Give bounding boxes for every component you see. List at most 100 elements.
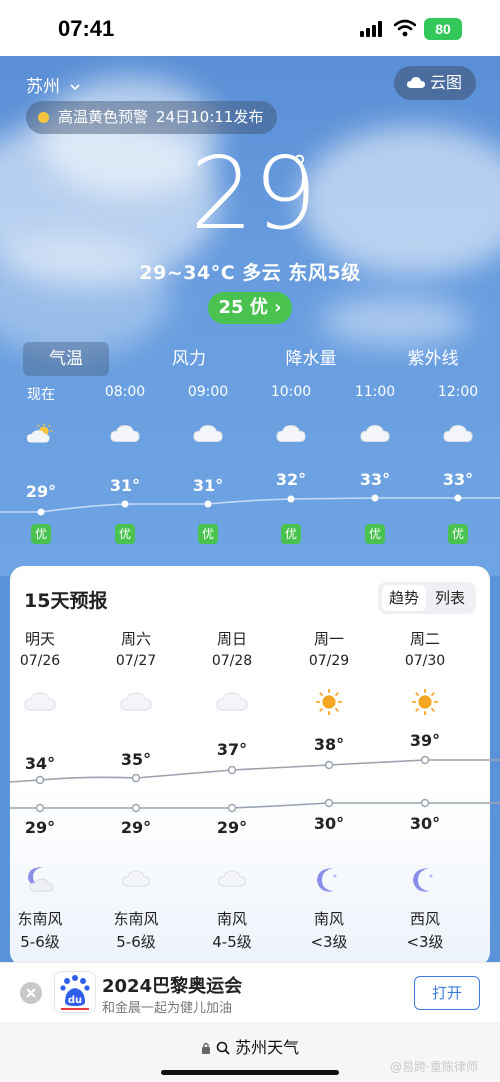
ad-banner[interactable]: du 2024巴黎奥运会 和金晨一起为健儿加油 打开 bbox=[0, 962, 500, 1022]
daily-temp-curves bbox=[9, 755, 500, 813]
alert-time: 24日10:11发布 bbox=[156, 108, 264, 126]
wind-level: 4-5级 bbox=[212, 933, 252, 951]
wind-direction: 东南风 bbox=[113, 910, 159, 928]
cloud-icon bbox=[215, 688, 249, 716]
wind-level: 5-6级 bbox=[20, 933, 60, 951]
moon-cloud-icon bbox=[25, 864, 55, 894]
ad-title: 2024巴黎奥运会 bbox=[102, 976, 243, 997]
day-low-temp: 29° bbox=[216, 818, 248, 837]
cloud-icon bbox=[119, 688, 153, 716]
battery-indicator: 80 bbox=[424, 18, 462, 40]
wind-direction: 西风 bbox=[409, 910, 440, 928]
hourly-aqi-badge: 优 bbox=[281, 524, 301, 544]
alert-dot-icon bbox=[38, 112, 49, 123]
hourly-point bbox=[454, 494, 462, 502]
aqi-badge[interactable]: 25 优 › bbox=[208, 292, 292, 324]
daily-point bbox=[420, 755, 430, 765]
home-indicator[interactable] bbox=[161, 1070, 339, 1075]
hourly-time: 11:00 bbox=[354, 384, 396, 400]
day-date: 07/26 bbox=[19, 653, 61, 669]
hourly-point bbox=[37, 508, 45, 516]
daily-point bbox=[35, 775, 45, 785]
hourly-point bbox=[204, 500, 212, 508]
daily-point bbox=[227, 803, 237, 813]
city-selector[interactable]: 苏州 bbox=[26, 72, 81, 97]
status-bar: 07:41 80 bbox=[0, 0, 500, 56]
wifi-icon bbox=[394, 19, 416, 37]
daily-point bbox=[420, 798, 430, 808]
daily-point bbox=[35, 803, 45, 813]
weather-alert[interactable]: 高温黄色预警 24日10:11发布 bbox=[26, 101, 278, 134]
hourly-aqi-badge: 优 bbox=[198, 524, 218, 544]
cloud-icon bbox=[192, 422, 224, 446]
wind-level: 5-6级 bbox=[116, 933, 156, 951]
cloud-icon bbox=[109, 422, 141, 446]
cloud-icon bbox=[359, 422, 391, 446]
list-toggle[interactable]: 列表 bbox=[428, 585, 472, 611]
daily-point bbox=[324, 760, 334, 770]
url-text: 苏州天气 bbox=[235, 1038, 300, 1057]
forecast-title: 15天预报 bbox=[24, 590, 108, 612]
baidu-logo-text: du bbox=[68, 995, 82, 1006]
metric-tabs: 气温 风力 降水量 紫外线 bbox=[0, 342, 500, 376]
city-name: 苏州 bbox=[26, 77, 60, 97]
tab-precipitation[interactable]: 降水量 bbox=[268, 342, 354, 376]
signal-icon bbox=[360, 21, 384, 37]
wind-direction: 南风 bbox=[313, 910, 344, 928]
day-date: 07/30 bbox=[404, 653, 446, 669]
wind-direction: 南风 bbox=[216, 910, 247, 928]
sun-icon bbox=[312, 688, 346, 716]
trend-toggle[interactable]: 趋势 bbox=[382, 585, 426, 611]
cloud-icon bbox=[23, 688, 57, 716]
hourly-temp: 33° bbox=[359, 470, 391, 489]
partly-sunny-icon bbox=[25, 422, 57, 446]
day-low-temp: 29° bbox=[120, 818, 152, 837]
status-time: 07:41 bbox=[58, 16, 115, 41]
hourly-time: 现在 bbox=[27, 387, 55, 403]
cloud-icon bbox=[121, 864, 151, 894]
day-name: 周六 bbox=[120, 630, 151, 648]
close-icon[interactable] bbox=[20, 982, 42, 1004]
moon-icon bbox=[410, 864, 440, 894]
hourly-aqi-badge: 优 bbox=[115, 524, 135, 544]
day-name: 周日 bbox=[216, 630, 247, 648]
open-button[interactable]: 打开 bbox=[414, 976, 480, 1010]
hourly-aqi-badge: 优 bbox=[448, 524, 468, 544]
cloud-icon bbox=[275, 422, 307, 446]
day-date: 07/29 bbox=[308, 653, 350, 669]
hourly-aqi-badge: 优 bbox=[365, 524, 385, 544]
lock-icon bbox=[201, 1042, 210, 1054]
hourly-temp-curve bbox=[0, 494, 500, 516]
daily-point bbox=[227, 765, 237, 775]
day-low-temp: 29° bbox=[24, 818, 56, 837]
daily-point bbox=[324, 798, 334, 808]
hourly-time: 08:00 bbox=[104, 384, 146, 400]
cloud-icon bbox=[217, 864, 247, 894]
daily-point bbox=[131, 803, 141, 813]
view-toggle: 趋势 列表 bbox=[378, 582, 476, 614]
address-bar[interactable]: 苏州天气 bbox=[0, 1034, 500, 1058]
daily-point bbox=[131, 773, 141, 783]
hourly-temp: 33° bbox=[442, 470, 474, 489]
wind-direction: 东南风 bbox=[17, 910, 63, 928]
day-name: 明天 bbox=[24, 630, 55, 648]
cloud-icon bbox=[442, 422, 474, 446]
cloud-map-button[interactable]: 云图 bbox=[394, 66, 476, 100]
search-icon bbox=[216, 1041, 230, 1055]
hourly-time: 10:00 bbox=[270, 384, 312, 400]
hourly-point bbox=[371, 494, 379, 502]
day-name: 周二 bbox=[409, 630, 440, 648]
tab-temperature[interactable]: 气温 bbox=[23, 342, 109, 376]
cloud-map-label: 云图 bbox=[430, 73, 463, 92]
day-date: 07/28 bbox=[211, 653, 253, 669]
chevron-down-icon bbox=[70, 84, 80, 91]
wind-level: <3级 bbox=[310, 933, 348, 951]
hourly-aqi-badge: 优 bbox=[31, 524, 51, 544]
ad-subtitle: 和金晨一起为健儿加油 bbox=[102, 1001, 233, 1016]
sun-icon bbox=[408, 688, 442, 716]
tab-wind[interactable]: 风力 bbox=[146, 342, 232, 376]
alert-title: 高温黄色预警 bbox=[58, 108, 149, 126]
tab-uv[interactable]: 紫外线 bbox=[390, 342, 476, 376]
baidu-logo: du bbox=[54, 971, 96, 1013]
wind-level: <3级 bbox=[406, 933, 444, 951]
